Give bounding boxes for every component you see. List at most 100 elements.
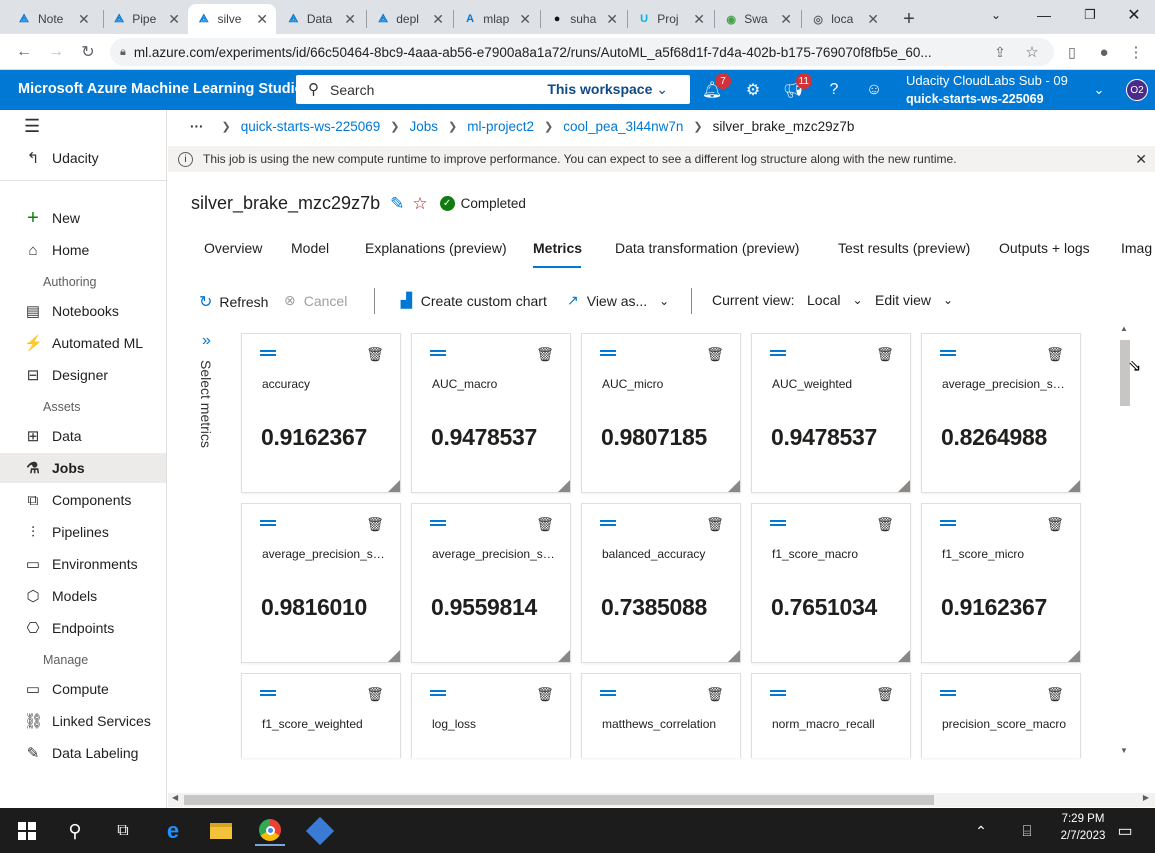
browser-tab[interactable]: ⟁ Note ✕ — [8, 4, 100, 34]
delete-trash-icon[interactable]: 🗑︎ — [536, 685, 554, 703]
nav-data[interactable]: ⊞ Data — [0, 421, 166, 451]
metric-card[interactable]: 🗑︎ AUC_micro 0.9807185 — [581, 333, 741, 493]
metric-card[interactable]: 🗑︎ accuracy 0.9162367 — [241, 333, 401, 493]
search-scope-dropdown[interactable]: This workspace ⌄ — [547, 81, 668, 98]
select-metrics-panel-toggle[interactable]: » Select metrics — [196, 332, 224, 472]
close-icon[interactable]: ✕ — [78, 11, 90, 28]
resize-handle-icon[interactable] — [558, 650, 570, 662]
close-icon[interactable]: ✕ — [780, 11, 792, 28]
tab-data-transformation[interactable]: Data transformation (preview) — [615, 240, 799, 256]
drag-handle-icon[interactable] — [770, 520, 786, 526]
close-icon[interactable]: ✕ — [432, 11, 444, 28]
close-icon[interactable]: ✕ — [867, 11, 879, 28]
close-icon[interactable]: ✕ — [256, 11, 268, 28]
breadcrumb-parent-run[interactable]: cool_pea_3l44nw7n — [563, 119, 683, 134]
feedback-smiley-icon[interactable]: ☺ — [863, 79, 885, 101]
drag-handle-icon[interactable] — [770, 690, 786, 696]
drag-handle-icon[interactable] — [430, 350, 446, 356]
nav-environments[interactable]: ▭ Environments — [0, 549, 166, 579]
resize-handle-icon[interactable] — [1068, 480, 1080, 492]
delete-trash-icon[interactable]: 🗑︎ — [706, 515, 724, 533]
close-icon[interactable]: ✕ — [693, 11, 705, 28]
delete-trash-icon[interactable]: 🗑︎ — [706, 685, 724, 703]
browser-tab[interactable]: ⟁ depl ✕ — [368, 4, 452, 34]
avatar[interactable]: O2 — [1126, 79, 1148, 101]
nav-designer[interactable]: ⊟ Designer — [0, 360, 166, 390]
nav-models[interactable]: ⬡ Models — [0, 581, 166, 611]
scroll-right-icon[interactable]: ▶ — [1143, 793, 1149, 802]
tab-explanations[interactable]: Explanations (preview) — [365, 240, 507, 256]
browser-tab[interactable]: ⟁ Data ✕ — [278, 4, 364, 34]
nav-new[interactable]: + New — [0, 203, 166, 233]
current-view-dropdown[interactable]: Local ⌄ — [807, 292, 863, 308]
close-icon[interactable]: ✕ — [168, 11, 180, 28]
tab-model[interactable]: Model — [291, 240, 329, 256]
resize-handle-icon[interactable] — [388, 650, 400, 662]
nav-linked-services[interactable]: ⛓ Linked Services — [0, 706, 166, 736]
help-icon[interactable]: ? — [823, 79, 845, 101]
nav-pipelines[interactable]: ⫶ Pipelines — [0, 517, 166, 547]
refresh-button[interactable]: ↻ Refresh — [199, 292, 268, 312]
metric-card[interactable]: 🗑︎ precision_score_macro — [921, 673, 1081, 758]
resize-handle-icon[interactable] — [728, 480, 740, 492]
chevron-up-icon[interactable]: ⌃ — [966, 816, 996, 846]
close-icon[interactable]: ✕ — [344, 11, 356, 28]
metric-card[interactable]: 🗑︎ log_loss — [411, 673, 571, 758]
delete-trash-icon[interactable]: 🗑︎ — [536, 345, 554, 363]
resize-handle-icon[interactable] — [898, 650, 910, 662]
announcements-megaphone-icon[interactable]: 📢︎ 11 — [782, 73, 812, 101]
breadcrumb-experiment[interactable]: ml-project2 — [467, 119, 534, 134]
search-icon[interactable]: ⚲ — [60, 816, 90, 846]
notification-center-icon[interactable]: ▭ — [1110, 816, 1140, 846]
drag-handle-icon[interactable] — [260, 520, 276, 526]
nav-jobs[interactable]: ⚗ Jobs — [0, 453, 166, 483]
cancel-button[interactable]: ⊗ Cancel — [284, 292, 347, 309]
account-switcher[interactable]: Udacity CloudLabs Sub - 09 quick-starts-… — [906, 72, 1068, 108]
nav-automated-ml[interactable]: ⚡ Automated ML — [0, 328, 166, 358]
delete-trash-icon[interactable]: 🗑︎ — [366, 515, 384, 533]
horizontal-scrollbar-thumb[interactable] — [184, 795, 934, 805]
metric-card[interactable]: 🗑︎ norm_macro_recall — [751, 673, 911, 758]
profile-icon[interactable]: ● — [1092, 40, 1116, 64]
close-icon[interactable]: ✕ — [519, 11, 531, 28]
view-as-dropdown[interactable]: ↗ View as... ⌄ — [567, 292, 669, 309]
git-app-icon[interactable] — [305, 816, 335, 846]
drag-handle-icon[interactable] — [600, 520, 616, 526]
delete-trash-icon[interactable]: 🗑︎ — [536, 515, 554, 533]
drag-handle-icon[interactable] — [430, 520, 446, 526]
drag-handle-icon[interactable] — [940, 690, 956, 696]
delete-trash-icon[interactable]: 🗑︎ — [366, 685, 384, 703]
nav-data-labeling[interactable]: ✎ Data Labeling — [0, 738, 166, 768]
settings-gear-icon[interactable]: ⚙ — [742, 79, 764, 101]
drag-handle-icon[interactable] — [260, 690, 276, 696]
taskbar-clock[interactable]: 7:29 PM 2/7/2023 — [1052, 811, 1114, 845]
studio-brand[interactable]: Microsoft Azure Machine Learning Studio — [18, 81, 303, 97]
drag-handle-icon[interactable] — [770, 350, 786, 356]
browser-tab[interactable]: U Proj ✕ — [629, 4, 713, 34]
delete-trash-icon[interactable]: 🗑︎ — [876, 515, 894, 533]
chrome-menu-icon[interactable]: ⋮ — [1124, 40, 1148, 64]
scroll-up-icon[interactable]: ▲ — [1120, 324, 1128, 333]
forward-button[interactable]: → — [44, 40, 68, 64]
nav-compute[interactable]: ▭ Compute — [0, 674, 166, 704]
metric-card[interactable]: 🗑︎ AUC_macro 0.9478537 — [411, 333, 571, 493]
breadcrumb-workspace[interactable]: quick-starts-ws-225069 — [241, 119, 381, 134]
resize-handle-icon[interactable] — [1068, 650, 1080, 662]
file-explorer-icon[interactable] — [206, 816, 236, 846]
metric-card[interactable]: 🗑︎ f1_score_macro 0.7651034 — [751, 503, 911, 663]
metric-card[interactable]: 🗑︎ average_precision_sco... 0.9816010 — [241, 503, 401, 663]
drag-handle-icon[interactable] — [260, 350, 276, 356]
nav-home[interactable]: ⌂ Home — [0, 235, 166, 265]
delete-trash-icon[interactable]: 🗑︎ — [876, 345, 894, 363]
breadcrumb-jobs[interactable]: Jobs — [410, 119, 439, 134]
create-custom-chart-button[interactable]: ▟ Create custom chart — [401, 292, 547, 309]
delete-trash-icon[interactable]: 🗑︎ — [366, 345, 384, 363]
edit-pencil-icon[interactable]: ✎ — [390, 194, 404, 214]
notifications-bell-icon[interactable]: 🔔︎ 7 — [701, 73, 731, 101]
drag-handle-icon[interactable] — [430, 690, 446, 696]
nav-workspace-back[interactable]: ↰ Udacity — [0, 143, 166, 173]
chevron-down-icon[interactable]: ⌄ — [1088, 79, 1110, 101]
chrome-icon[interactable] — [255, 816, 285, 846]
minimize-button[interactable]: — — [1024, 0, 1064, 30]
browser-tab[interactable]: ◎ loca ✕ — [803, 4, 887, 34]
